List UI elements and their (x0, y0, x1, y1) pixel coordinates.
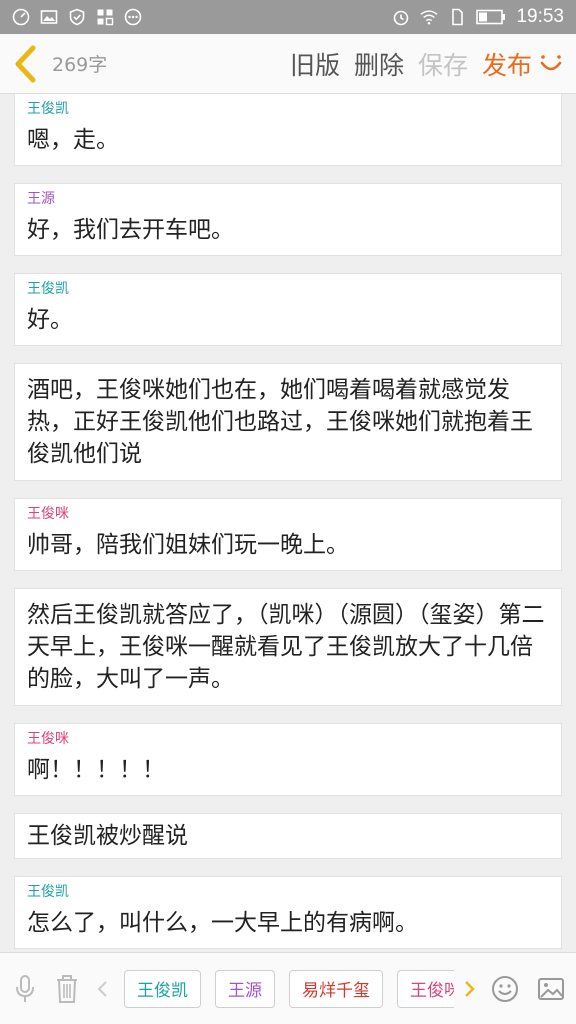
word-count: 269字 (52, 54, 108, 76)
story-content: 王俊凯 嗯，走。 王源 好，我们去开车吧。 王俊凯 好。 酒吧，王俊咪她们也在，… (0, 94, 576, 952)
emoji-button[interactable] (490, 972, 520, 1006)
editor-header: 269字 旧版 删除 保存 发布 (0, 34, 576, 94)
shield-icon (69, 8, 85, 26)
publish-button[interactable]: 发布 (482, 46, 532, 82)
character-chip[interactable]: 王俊凯 (124, 969, 201, 1008)
message-text: 怎么了，叫什么，一大早上的有病啊。 (27, 910, 418, 936)
status-time: 19:53 (516, 6, 564, 27)
battery-icon (476, 9, 506, 25)
message-text: 好，我们去开车吧。 (27, 217, 234, 243)
alarm-icon (394, 10, 409, 26)
microphone-icon (16, 974, 34, 1002)
save-button[interactable]: 保存 (418, 46, 468, 82)
image-icon (538, 977, 564, 1000)
message-text: 嗯，走。 (27, 127, 119, 153)
trash-button[interactable] (52, 972, 82, 1006)
character-chip-list: 王俊凯 王源 易烊千玺 王俊咪 (124, 969, 454, 1008)
message-card[interactable]: 王俊咪 啊！！！！！ (14, 723, 562, 796)
speaker-name: 王源 (27, 191, 55, 207)
old-version-button[interactable]: 旧版 (290, 46, 340, 82)
scroll-left-button[interactable] (88, 972, 118, 1006)
trash-icon (57, 974, 77, 1003)
narration-text: 酒吧，王俊咪她们也在，她们喝着喝着就感觉发热，正好王俊凯他们也路过，王俊咪她们就… (27, 377, 533, 467)
emoji-icon (492, 975, 518, 1002)
chevron-left-icon (15, 45, 36, 82)
speaker-name: 王俊咪 (27, 731, 69, 747)
status-bar: 19:53 (0, 0, 576, 34)
speaker-name: 王俊凯 (27, 884, 69, 900)
character-chip[interactable]: 王源 (215, 969, 275, 1008)
narration-card[interactable]: 王俊凯被炒醒说 (14, 813, 562, 859)
narration-card[interactable]: 酒吧，王俊咪她们也在，她们喝着喝着就感觉发热，正好王俊凯他们也路过，王俊咪她们就… (14, 363, 562, 481)
back-button[interactable] (0, 34, 50, 94)
message-text: 帅哥，陪我们姐妹们玩一晚上。 (27, 532, 349, 558)
bottom-toolbar: 王俊凯 王源 易烊千玺 王俊咪 (0, 952, 576, 1024)
message-card[interactable]: 王源 好，我们去开车吧。 (14, 183, 562, 256)
chevron-left-icon (97, 980, 107, 997)
speedometer-icon (12, 8, 30, 26)
scroll-right-button[interactable] (454, 972, 484, 1006)
message-card[interactable]: 王俊凯 好。 (14, 273, 562, 346)
status-left-icons (12, 8, 142, 26)
message-card[interactable]: 王俊咪 帅哥，陪我们姐妹们玩一晚上。 (14, 498, 562, 571)
insert-image-button[interactable] (536, 972, 566, 1006)
sim-icon (452, 8, 464, 26)
header-actions: 旧版 删除 保存 发布 (290, 46, 576, 82)
speaker-name: 王俊咪 (27, 506, 69, 522)
delete-button[interactable]: 删除 (354, 46, 404, 82)
status-right-icons: 19:53 (392, 6, 564, 28)
narration-card[interactable]: 然后王俊凯就答应了，（凯咪）（源圆）（玺姿）第二天早上，王俊咪一醒就看见了王俊凯… (14, 588, 562, 706)
microphone-button[interactable] (10, 972, 40, 1006)
narration-text: 王俊凯被炒醒说 (27, 823, 188, 849)
character-chip[interactable]: 王俊咪 (397, 969, 454, 1008)
message-card[interactable]: 王俊凯 嗯，走。 (14, 94, 562, 166)
chevron-right-icon (465, 980, 475, 997)
narration-text: 然后王俊凯就答应了，（凯咪）（源圆）（玺姿）第二天早上，王俊咪一醒就看见了王俊凯… (27, 602, 545, 692)
toolbar-right (490, 972, 566, 1006)
more-dots-icon (124, 8, 142, 26)
apps-grid-icon (97, 9, 114, 26)
smile-icon (540, 54, 562, 70)
character-chip[interactable]: 易烊千玺 (289, 969, 383, 1008)
speaker-name: 王俊凯 (27, 101, 69, 117)
speaker-name: 王俊凯 (27, 281, 69, 297)
message-text: 啊！！！！！ (27, 757, 165, 783)
wifi-icon (420, 10, 438, 25)
message-card[interactable]: 王俊凯 怎么了，叫什么，一大早上的有病啊。 (14, 876, 562, 949)
image-icon (40, 10, 58, 24)
message-text: 好。 (27, 307, 73, 333)
